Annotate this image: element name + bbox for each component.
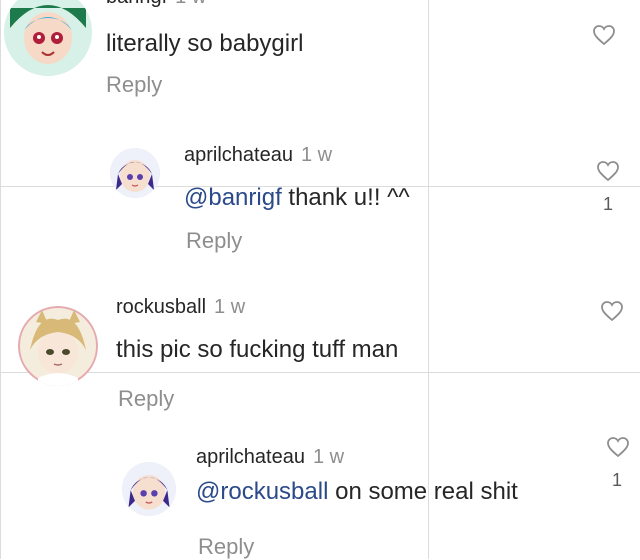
comment-timestamp: 1 w <box>300 144 333 166</box>
user-avatar[interactable] <box>4 0 92 76</box>
grid-divider <box>428 0 429 559</box>
username-text[interactable]: aprilchateau <box>196 446 305 468</box>
user-avatar[interactable] <box>122 462 176 516</box>
reply-button[interactable]: Reply <box>118 386 174 412</box>
grid-divider <box>0 372 640 373</box>
comment-text: @banrigf thank u!! ^^ <box>184 184 410 212</box>
user-avatar[interactable] <box>110 148 160 198</box>
comment-username[interactable]: rockusball 1 w <box>116 296 245 319</box>
heart-outline-icon[interactable] <box>596 160 620 182</box>
comment-username[interactable]: aprilchateau 1 w <box>196 446 344 469</box>
reply-button[interactable]: Reply <box>198 534 254 560</box>
heart-outline-icon[interactable] <box>600 300 624 322</box>
avatar-image <box>110 148 160 198</box>
heart-outline-icon[interactable] <box>592 24 616 46</box>
reply-button[interactable]: Reply <box>186 228 242 254</box>
comment-timestamp: 1 w <box>175 0 206 8</box>
grid-divider <box>0 0 1 559</box>
comment-username[interactable]: banrigf 1 w <box>106 0 206 9</box>
user-avatar[interactable] <box>18 306 98 386</box>
like-count: 1 <box>612 470 623 490</box>
like-count: 1 <box>603 194 614 214</box>
comment-timestamp: 1 w <box>312 446 345 468</box>
comment-text: literally so babygirl <box>106 30 304 57</box>
comment-timestamp: 1 w <box>214 296 246 318</box>
username-text[interactable]: aprilchateau <box>184 144 293 166</box>
username-text[interactable]: rockusball <box>116 296 206 318</box>
reply-button[interactable]: Reply <box>106 72 162 98</box>
mention-link[interactable]: @banrigf <box>184 184 282 211</box>
comment-text: @rockusball on some real shit <box>196 478 518 506</box>
avatar-image <box>18 306 98 386</box>
avatar-image <box>4 0 92 76</box>
comment-body: thank u!! ^^ <box>281 184 410 211</box>
heart-outline-icon[interactable] <box>606 436 630 458</box>
comment-text: this pic so fucking tuff man <box>116 336 399 363</box>
comment-username[interactable]: aprilchateau 1 w <box>184 144 332 167</box>
comment-body: on some real shit <box>328 478 518 505</box>
username-text[interactable]: banrigf <box>106 0 167 8</box>
mention-link[interactable]: @rockusball <box>196 478 328 505</box>
avatar-image <box>122 462 176 516</box>
